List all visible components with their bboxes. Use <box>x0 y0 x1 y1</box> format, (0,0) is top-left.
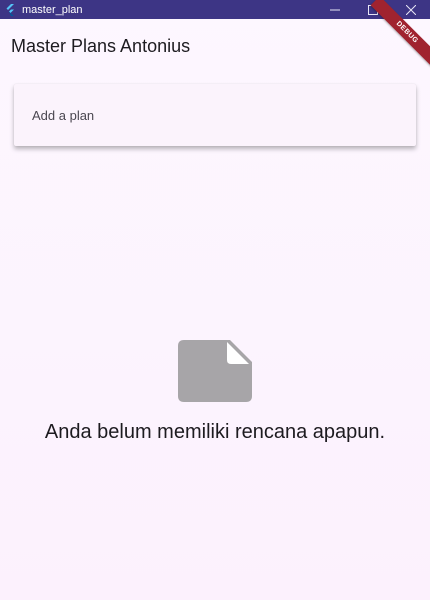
app-bar: Master Plans Antonius <box>0 19 430 75</box>
add-plan-input[interactable] <box>14 84 416 146</box>
empty-state-message: Anda belum memiliki rencana apapun. <box>44 421 386 443</box>
add-plan-card <box>14 84 416 146</box>
window-titlebar[interactable]: master_plan <box>0 0 430 19</box>
page-title: Master Plans Antonius <box>11 35 191 56</box>
minimize-icon[interactable] <box>316 0 354 19</box>
empty-state: Anda belum memiliki rencana apapun. <box>0 340 430 444</box>
window-title: master_plan <box>22 3 83 16</box>
flutter-icon <box>2 0 18 19</box>
app-window: master_plan Master Plans Antonius DEBUG … <box>0 0 430 600</box>
note-icon <box>178 340 252 407</box>
